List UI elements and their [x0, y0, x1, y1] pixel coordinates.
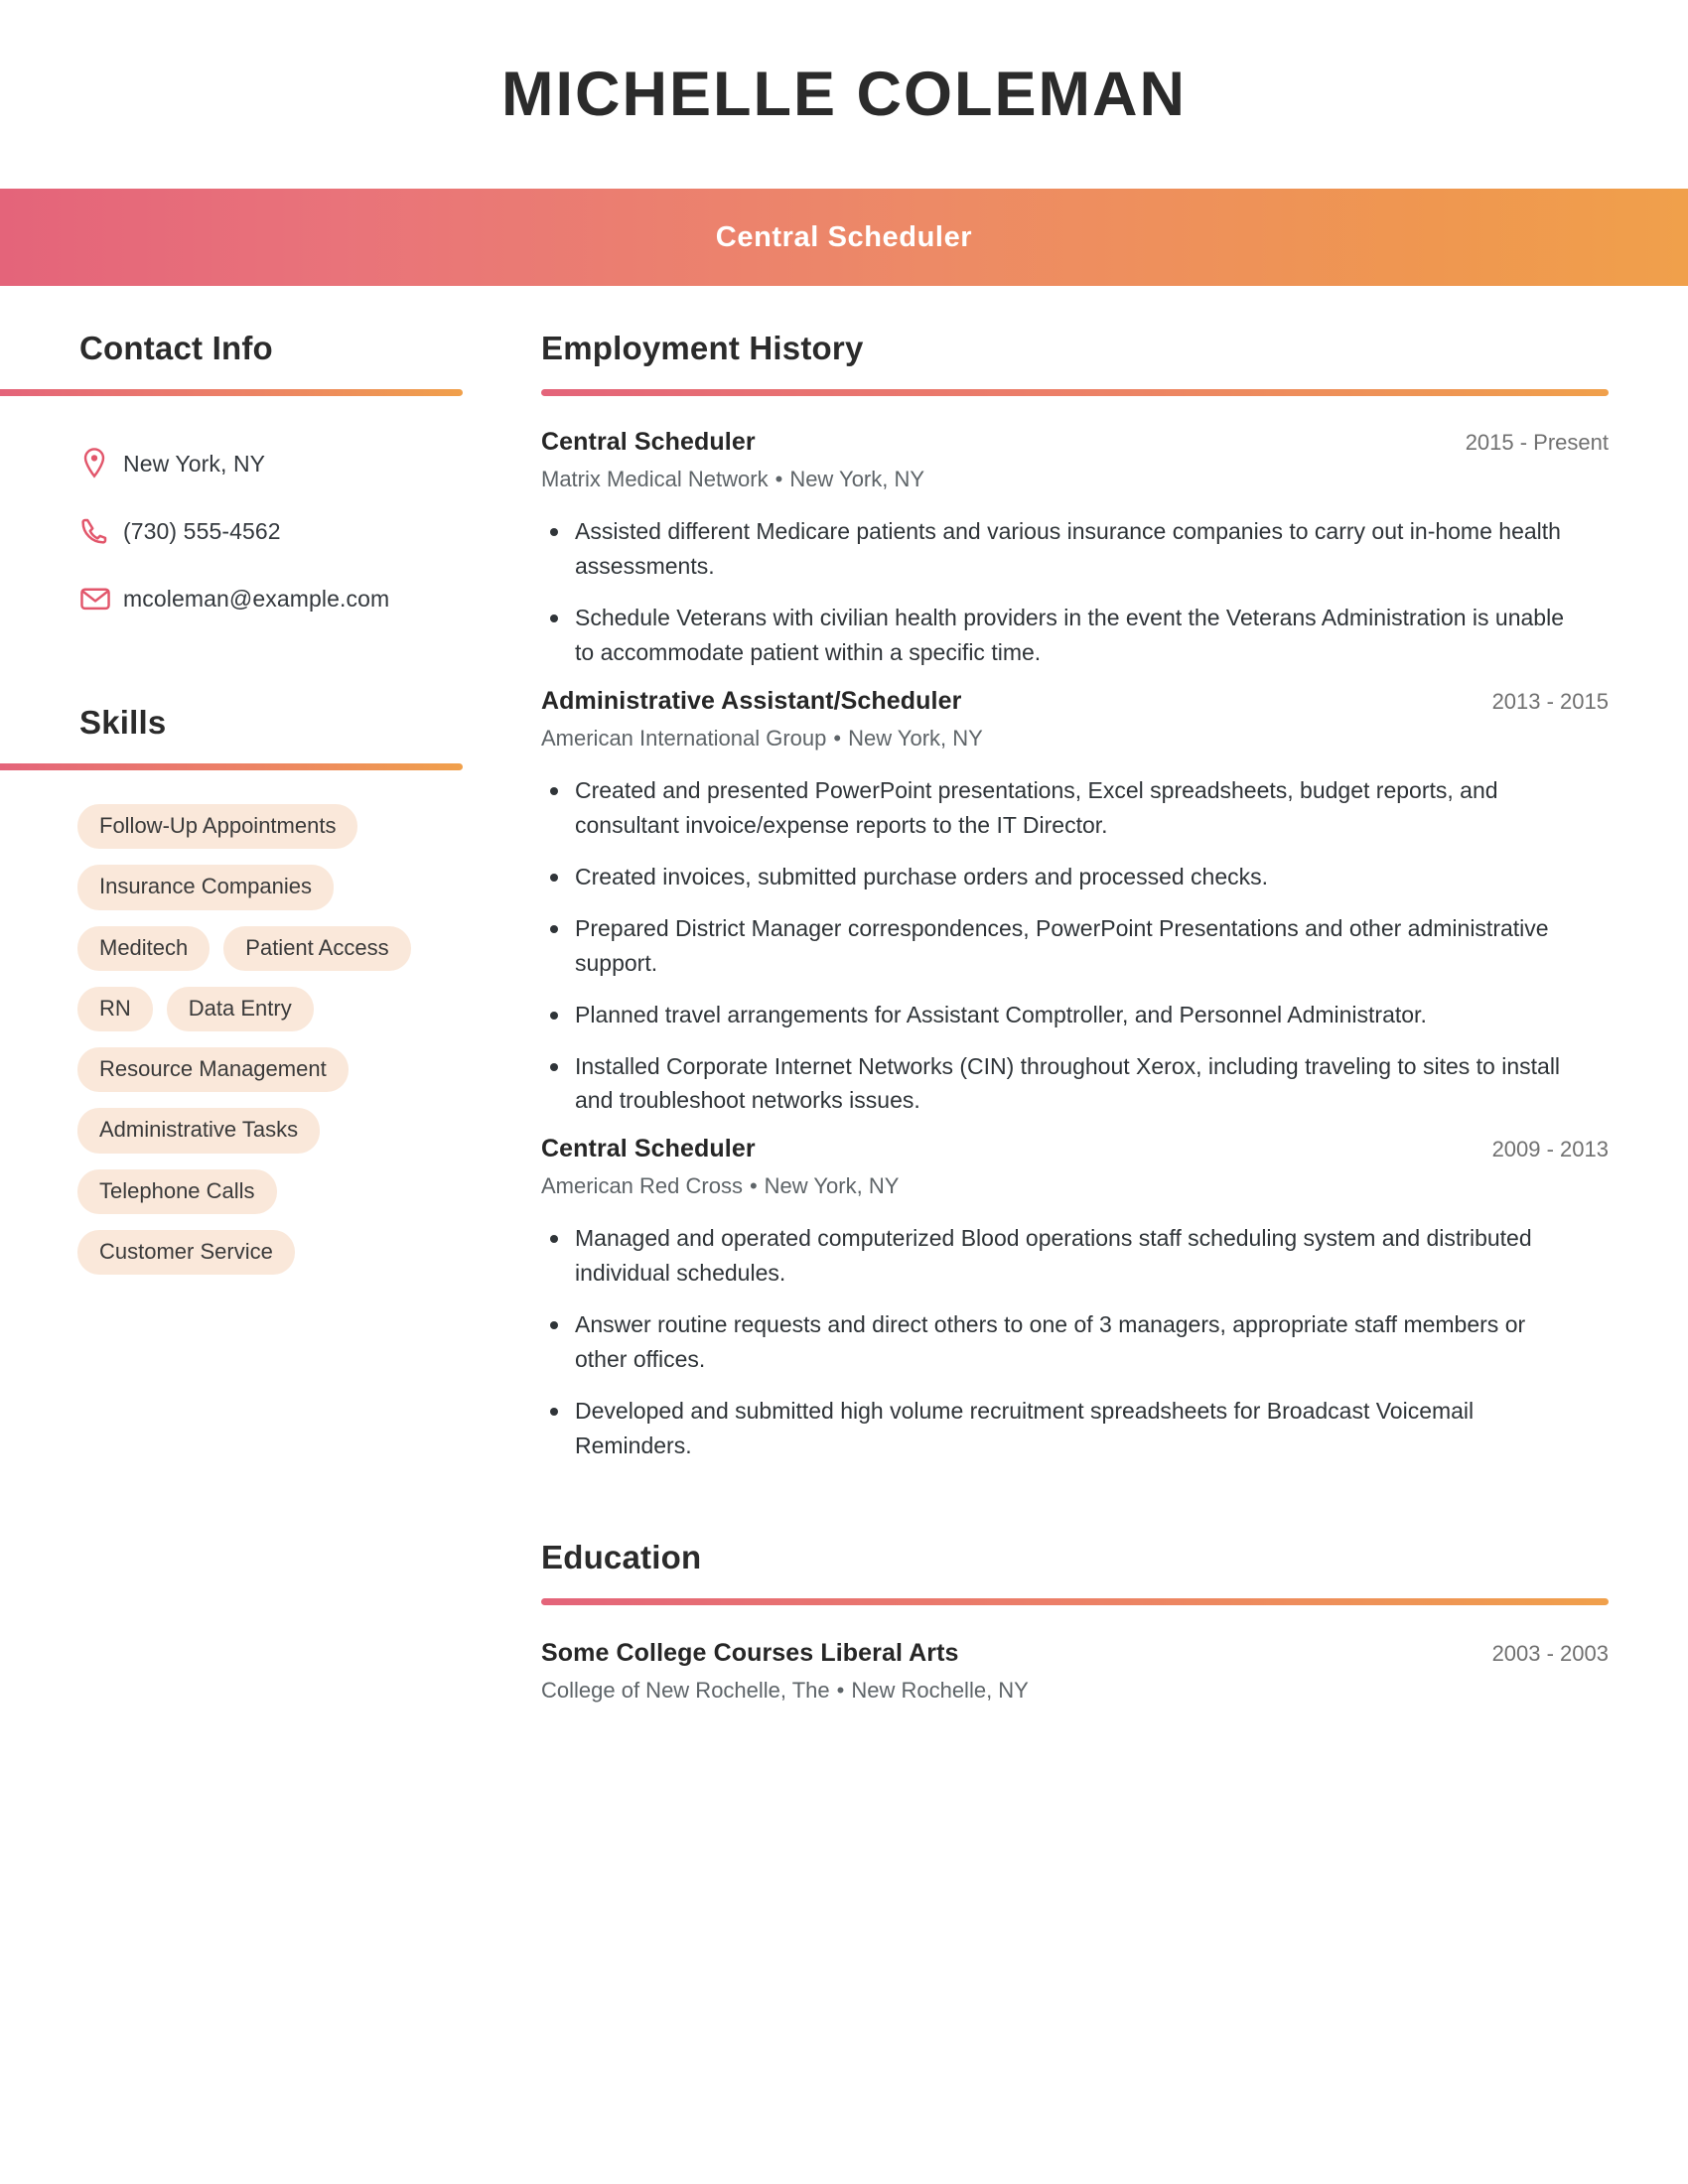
entry-bullet: Prepared District Manager correspondence…: [541, 911, 1578, 981]
entry-bullet: Created invoices, submitted purchase ord…: [541, 860, 1578, 894]
entry-bullet: Planned travel arrangements for Assistan…: [541, 998, 1578, 1032]
skill-chip[interactable]: Administrative Tasks: [77, 1108, 321, 1154]
sidebar: Contact Info New York, NY (730) 555-4562…: [0, 330, 467, 1276]
contact-email-value: mcoleman@example.com: [123, 585, 390, 612]
skill-chip[interactable]: Meditech: [77, 925, 211, 971]
contact-item-email[interactable]: mcoleman@example.com: [79, 565, 467, 632]
job-title: Central Scheduler: [541, 1135, 756, 1163]
entry-dates: 2009 - 2013: [1491, 1137, 1609, 1162]
skills-heading: Skills: [79, 704, 167, 741]
job-title: Administrative Assistant/Scheduler: [541, 686, 962, 715]
employment-entry: Administrative Assistant/Scheduler 2013 -…: [541, 687, 1609, 1119]
contact-info-heading: Contact Info: [79, 330, 273, 366]
education-section: Education Some College Courses Liberal A…: [541, 1539, 1609, 1704]
candidate-name: MICHELLE COLEMAN: [501, 59, 1187, 129]
entry-location: New York, NY: [789, 467, 925, 491]
entry-bullet-list: Created and presented PowerPoint present…: [541, 773, 1609, 1119]
employment-entry: Central Scheduler 2009 - 2013 American Red…: [541, 1135, 1609, 1463]
degree-title: Some College Courses Liberal Arts: [541, 1639, 959, 1668]
entry-location: New York, NY: [848, 725, 983, 751]
envelope-icon: [79, 586, 123, 612]
candidate-job-title: Central Scheduler: [715, 220, 973, 253]
skill-chip[interactable]: Resource Management: [77, 1047, 349, 1093]
education-entry: Some College Courses Liberal Arts 2003 - …: [541, 1639, 1609, 1704]
employment-history-section: Employment History Central Scheduler 2015…: [541, 330, 1609, 1463]
entry-bullet-list: Managed and operated computerized Blood …: [541, 1221, 1609, 1463]
phone-icon: [79, 516, 123, 546]
entry-dates: 2003 - 2003: [1491, 1641, 1609, 1667]
entry-subtitle: American Red Cross • New York, NY: [541, 1173, 1609, 1199]
education-entry-list: Some College Courses Liberal Arts 2003 - …: [541, 1639, 1609, 1704]
skill-chip[interactable]: RN: [77, 986, 153, 1032]
employment-history-divider: [541, 389, 1609, 396]
entry-location: New York, NY: [764, 1173, 900, 1199]
location-pin-icon: [79, 447, 123, 480]
education-heading: Education: [541, 1539, 702, 1576]
entry-bullet: Assisted different Medicare patients and…: [541, 514, 1578, 584]
page-bottom-spacer: [0, 1713, 1688, 1753]
contact-item-phone[interactable]: (730) 555-4562: [79, 497, 467, 565]
contact-info-list: New York, NY (730) 555-4562 mcoleman@exa…: [0, 430, 467, 632]
entry-bullet: Schedule Veterans with civilian health p…: [541, 601, 1578, 670]
entry-bullet: Developed and submitted high volume recr…: [541, 1394, 1578, 1463]
employment-entry-list: Central Scheduler 2015 - Present Matrix Me…: [541, 428, 1609, 1463]
entry-subtitle: Matrix Medical Network • New York, NY: [541, 467, 1609, 492]
bullet-separator: •: [833, 725, 842, 751]
job-title-banner: Central Scheduler: [0, 189, 1688, 286]
entry-bullet-list: Assisted different Medicare patients and…: [541, 514, 1609, 670]
employment-history-heading: Employment History: [541, 330, 864, 366]
contact-info-section: Contact Info New York, NY (730) 555-4562…: [0, 330, 467, 632]
entry-subtitle: American International Group • New York, N…: [541, 726, 1609, 751]
entry-bullet: Installed Corporate Internet Networks (C…: [541, 1049, 1578, 1119]
contact-item-location[interactable]: New York, NY: [79, 430, 467, 497]
entry-header: Some College Courses Liberal Arts 2003 - …: [541, 1639, 1609, 1668]
employment-entry: Central Scheduler 2015 - Present Matrix Me…: [541, 428, 1609, 670]
skills-chip-list: Follow-Up Appointments Insurance Companie…: [0, 804, 467, 1276]
entry-header: Central Scheduler 2015 - Present: [541, 428, 1609, 457]
skill-chip[interactable]: Data Entry: [166, 986, 314, 1032]
bullet-separator: •: [774, 467, 783, 491]
entry-bullet: Managed and operated computerized Blood …: [541, 1221, 1578, 1291]
resume-page: MICHELLE COLEMAN Central Scheduler Conta…: [0, 0, 1688, 2184]
resume-body: Contact Info New York, NY (730) 555-4562…: [0, 286, 1688, 1713]
skill-chip[interactable]: Insurance Companies: [77, 865, 335, 910]
entry-bullet: Created and presented PowerPoint present…: [541, 773, 1578, 843]
school-name: College of New Rochelle, The: [541, 1678, 830, 1704]
entry-bullet: Answer routine requests and direct other…: [541, 1307, 1578, 1377]
education-divider: [541, 1598, 1609, 1606]
company-name: American International Group: [541, 725, 827, 751]
bullet-separator: •: [836, 1678, 845, 1704]
entry-subtitle: College of New Rochelle, The • New Rochell…: [541, 1678, 1609, 1704]
skills-section: Skills Follow-Up Appointments Insurance C…: [0, 704, 467, 1276]
skill-chip[interactable]: Customer Service: [77, 1230, 295, 1276]
company-name: Matrix Medical Network: [541, 467, 769, 491]
entry-dates: 2015 - Present: [1465, 430, 1609, 455]
contact-phone-value: (730) 555-4562: [123, 517, 281, 544]
skill-chip[interactable]: Telephone Calls: [77, 1168, 277, 1215]
contact-location-value: New York, NY: [123, 450, 266, 477]
entry-header: Central Scheduler 2009 - 2013: [541, 1135, 1609, 1163]
skill-chip[interactable]: Patient Access: [223, 925, 411, 971]
skills-divider: [0, 763, 463, 770]
entry-header: Administrative Assistant/Scheduler 2013 -…: [541, 687, 1609, 716]
entry-location: New Rochelle, NY: [851, 1678, 1029, 1704]
entry-dates: 2013 - 2015: [1491, 688, 1609, 714]
main-content: Employment History Central Scheduler 2015…: [467, 330, 1688, 1713]
skill-chip[interactable]: Follow-Up Appointments: [77, 804, 358, 850]
resume-header: MICHELLE COLEMAN: [0, 0, 1688, 189]
contact-info-divider: [0, 389, 463, 396]
job-title: Central Scheduler: [541, 428, 756, 456]
company-name: American Red Cross: [541, 1173, 743, 1199]
bullet-separator: •: [749, 1173, 758, 1199]
